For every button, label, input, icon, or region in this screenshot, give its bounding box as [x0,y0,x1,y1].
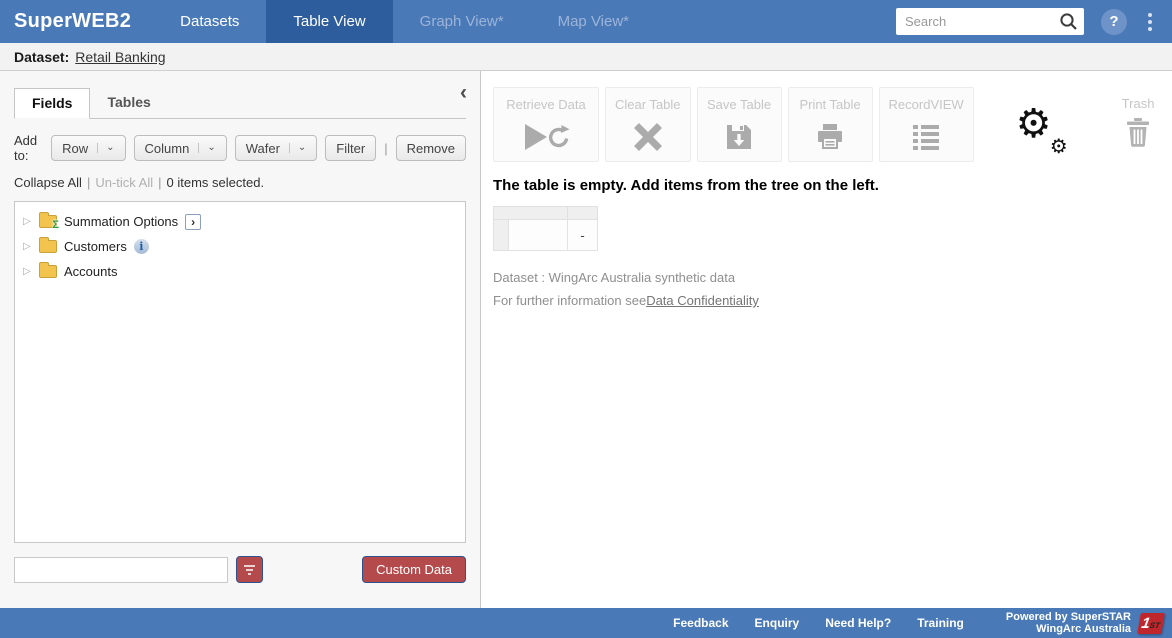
record-list-icon [913,112,939,161]
sidebar-bottom-bar: Custom Data [14,556,466,583]
search-input[interactable] [896,8,1084,35]
dataset-info-text: Dataset : WingArc Australia synthetic da… [493,270,1172,285]
untick-all-link[interactable]: Un-tick All [95,175,153,190]
print-table-button[interactable]: Print Table [788,87,873,162]
filter-button[interactable]: Filter [325,135,376,161]
save-disk-icon [725,112,753,161]
folder-icon [39,240,57,253]
tree-item-summation-options: ▷ Σ Summation Options › [23,209,457,234]
column-dropdown[interactable]: Column⌄ [134,135,227,161]
chevron-down-icon: ⌄ [198,143,215,153]
empty-table-placeholder: - [493,206,598,251]
footer-link-need-help[interactable]: Need Help? [825,616,891,630]
field-tree: ▷ Σ Summation Options › ▷ Customers i ▷ … [14,201,466,543]
tree-filter-input[interactable] [14,557,228,583]
tree-actions-row: Collapse All|Un-tick All|0 items selecte… [14,175,466,190]
app-logo: SuperWEB2 [0,10,153,33]
table-column-header [568,207,598,220]
add-to-toolbar: Add to: Row⌄ Column⌄ Wafer⌄ Filter | Rem… [14,133,466,163]
remove-button[interactable]: Remove [396,135,466,161]
further-info-line: For further information seeData Confiden… [493,293,1172,308]
row-dropdown[interactable]: Row⌄ [51,135,125,161]
sidebar-tabs: Fields Tables [14,88,466,119]
navbar-search [896,8,1084,35]
printer-icon [816,112,844,161]
footer-link-enquiry[interactable]: Enquiry [755,616,800,630]
dataset-label: Dataset: [14,49,69,65]
clear-x-icon [633,112,663,161]
top-navbar: SuperWEB2 Datasets Table View Graph View… [0,0,1172,43]
tree-item-accounts: ▷ Accounts [23,259,457,284]
tree-item-customers: ▷ Customers i [23,234,457,259]
collapse-all-link[interactable]: Collapse All [14,175,82,190]
expander-icon[interactable]: ▷ [23,216,32,227]
footer-links: Feedback Enquiry Need Help? Training [673,616,964,630]
separator: | [384,141,387,156]
table-cell [509,220,568,251]
folder-icon [39,265,57,278]
retrieve-data-button[interactable]: Retrieve Data [493,87,599,162]
table-column-header [494,207,568,220]
summation-folder-icon: Σ [39,215,57,228]
search-icon[interactable] [1059,12,1078,36]
empty-table-message: The table is empty. Add items from the t… [493,177,1172,194]
tree-item-label[interactable]: Accounts [64,264,117,279]
play-refresh-icon [522,112,570,161]
nav-tab-table-view[interactable]: Table View [266,0,392,43]
chevron-down-icon: ⌄ [289,143,306,153]
summation-options-arrow-button[interactable]: › [185,214,201,230]
superstar-1st-logo: 1ST [1137,613,1165,634]
wafer-dropdown[interactable]: Wafer⌄ [235,135,318,161]
tree-item-label[interactable]: Summation Options [64,214,178,229]
help-icon[interactable]: ? [1101,9,1127,35]
filter-icon [244,565,255,567]
trash-icon [1126,118,1150,153]
nav-tab-map-view[interactable]: Map View* [531,0,656,43]
tab-tables[interactable]: Tables [90,88,167,118]
table-view-panel: Retrieve Data Clear Table Save Table Pri… [481,71,1172,608]
powered-by-text: Powered by SuperSTAR WingArc Australia [1006,611,1131,635]
dataset-breadcrumb-bar: Dataset: Retail Banking [0,43,1172,71]
expander-icon[interactable]: ▷ [23,266,32,277]
settings-gears-icon[interactable]: ⚙ ⚙ [1016,103,1070,155]
save-table-button[interactable]: Save Table [697,87,782,162]
table-row-header [494,220,509,251]
dataset-link[interactable]: Retail Banking [75,49,165,65]
data-confidentiality-link[interactable]: Data Confidentiality [646,293,759,308]
sigma-badge-icon: Σ [52,220,59,231]
info-icon[interactable]: i [134,239,149,254]
collapse-panel-icon[interactable]: ‹ [460,84,467,102]
tree-item-label[interactable]: Customers [64,239,127,254]
footer-link-training[interactable]: Training [917,616,964,630]
main-nav-tabs: Datasets Table View Graph View* Map View… [153,0,656,43]
nav-tab-graph-view[interactable]: Graph View* [393,0,531,43]
custom-data-button[interactable]: Custom Data [362,556,466,583]
items-selected-count: 0 items selected. [167,175,265,190]
fields-sidebar: ‹ Fields Tables Add to: Row⌄ Column⌄ Waf… [0,71,481,608]
add-to-label: Add to: [14,133,43,163]
table-cell-empty-value: - [568,220,598,251]
trash-dropzone[interactable]: Trash [1122,87,1155,153]
clear-table-button[interactable]: Clear Table [605,87,691,162]
nav-tab-datasets[interactable]: Datasets [153,0,266,43]
recordview-button[interactable]: RecordVIEW [879,87,974,162]
footer-link-feedback[interactable]: Feedback [673,616,728,630]
tree-filter-button[interactable] [236,556,263,583]
overflow-menu-icon[interactable] [1142,9,1158,35]
tab-fields[interactable]: Fields [14,88,90,119]
chevron-down-icon: ⌄ [97,143,114,153]
footer-bar: Feedback Enquiry Need Help? Training Pow… [0,608,1172,638]
table-toolbar: Retrieve Data Clear Table Save Table Pri… [493,87,1172,162]
further-info-prefix: For further information see [493,293,646,308]
expander-icon[interactable]: ▷ [23,241,32,252]
